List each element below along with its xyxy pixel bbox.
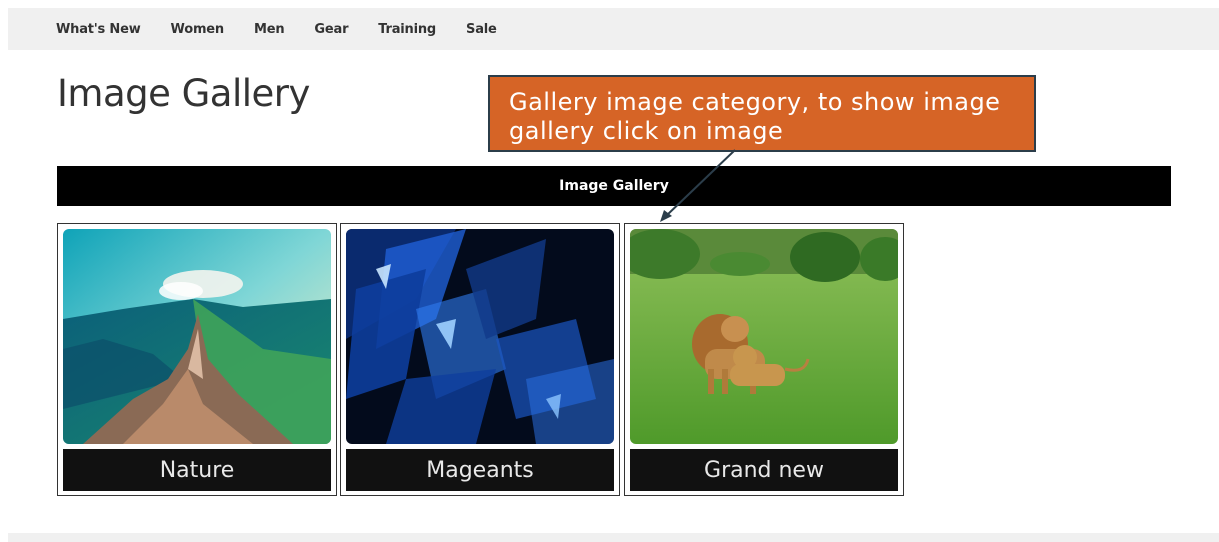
nav-item-men[interactable]: Men: [254, 22, 285, 37]
nav-item-gear[interactable]: Gear: [314, 22, 348, 37]
nav-item-whats-new[interactable]: What's New: [56, 22, 141, 37]
nav-item-women[interactable]: Women: [171, 22, 225, 37]
mountain-ridge-image[interactable]: [63, 229, 331, 444]
annotation-text-line1: Gallery image category, to show image: [509, 88, 1001, 116]
category-label: Mageants: [426, 457, 534, 483]
annotation-arrow-icon: [660, 149, 736, 222]
nav-item-training[interactable]: Training: [378, 22, 436, 37]
nav-item-sale[interactable]: Sale: [466, 22, 497, 37]
footer-strip: [8, 533, 1219, 542]
category-label: Grand new: [704, 457, 824, 483]
category-caption-nature[interactable]: Nature: [63, 449, 331, 491]
gallery-header-bar: Image Gallery: [57, 166, 1171, 206]
page-title: Image Gallery: [57, 72, 310, 115]
blue-abstract-shards-image[interactable]: [346, 229, 614, 444]
top-navigation-bar: What's New Women Men Gear Training Sale: [8, 8, 1219, 50]
category-label: Nature: [159, 457, 235, 483]
category-caption-grand-new[interactable]: Grand new: [630, 449, 898, 491]
gallery-category-nature[interactable]: Nature: [57, 223, 337, 496]
annotation-callout: Gallery image category, to show image ga…: [488, 75, 1036, 152]
annotation-text-line2: gallery click on image: [509, 117, 784, 145]
gallery-category-mageants[interactable]: Mageants: [340, 223, 620, 496]
main-nav: What's New Women Men Gear Training Sale: [56, 8, 527, 50]
category-caption-mageants[interactable]: Mageants: [346, 449, 614, 491]
lions-in-grass-image[interactable]: [630, 229, 898, 444]
gallery-category-grand-new[interactable]: Grand new: [624, 223, 904, 496]
